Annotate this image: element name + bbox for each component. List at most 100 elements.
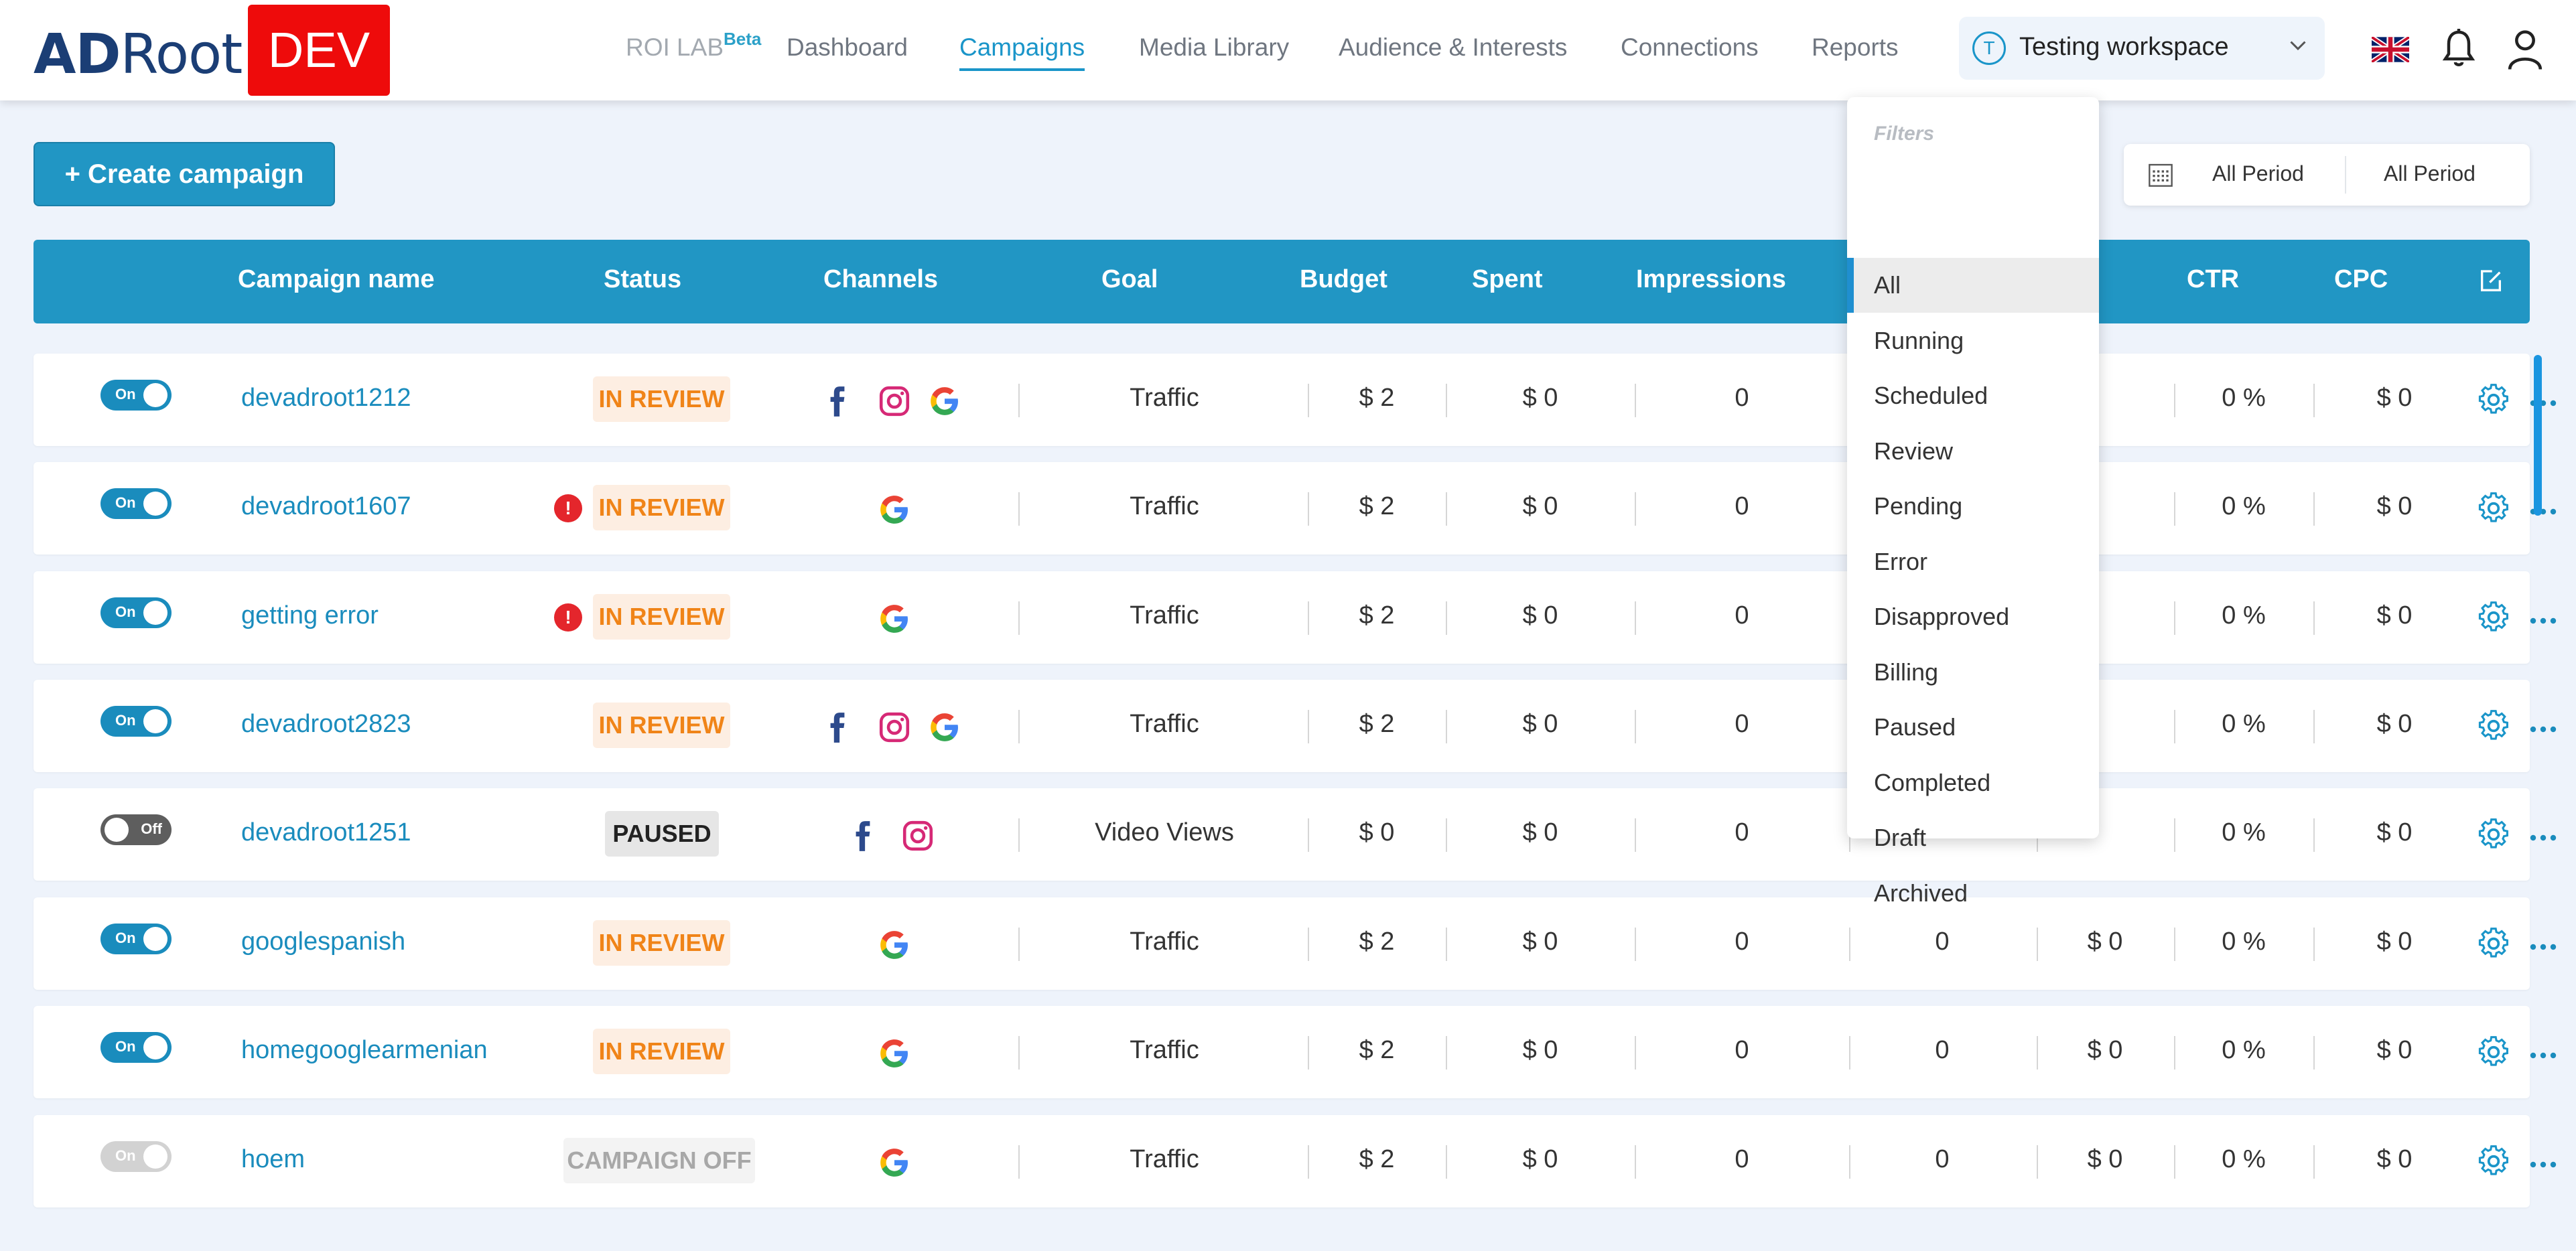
more-options-icon[interactable] [2530, 615, 2557, 624]
col-cpc[interactable]: CPC [2334, 265, 2388, 294]
col-status[interactable]: Status [604, 265, 681, 294]
gear-icon[interactable] [2477, 709, 2510, 743]
gear-icon[interactable] [2477, 927, 2510, 960]
column-divider [2313, 1036, 2315, 1070]
status-badge: IN REVIEW [593, 594, 730, 640]
campaign-toggle[interactable]: On [100, 597, 172, 628]
status-badge: PAUSED [605, 811, 719, 857]
campaign-toggle[interactable]: On [100, 1141, 172, 1172]
table-row: On googlespanish IN REVIEW Traffic $ 2 $ 0 0 0 $… [33, 897, 2557, 990]
bell-icon[interactable] [2439, 27, 2479, 71]
more-options-icon[interactable] [2530, 724, 2557, 733]
filter-option-disapproved[interactable]: Disapproved [1847, 589, 2099, 644]
nav-campaigns[interactable]: Campaigns [959, 33, 1085, 71]
logo-root-text: Root [120, 23, 243, 86]
cell-goal: Traffic [1130, 928, 1199, 956]
adroot-logo[interactable]: ADRoot [33, 23, 243, 86]
workspace-name: Testing workspace [2019, 33, 2229, 61]
filter-option-billing[interactable]: Billing [1847, 645, 2099, 700]
period-end[interactable]: All Period [2384, 161, 2476, 186]
user-icon[interactable] [2504, 27, 2546, 71]
campaign-name-link[interactable]: devadroot1607 [241, 492, 411, 521]
filter-option-running[interactable]: Running [1847, 313, 2099, 368]
filter-option-paused[interactable]: Paused [1847, 700, 2099, 755]
campaign-name-link[interactable]: devadroot2823 [241, 710, 411, 739]
column-divider [1308, 710, 1309, 743]
nav-audience-interests[interactable]: Audience & Interests [1339, 33, 1567, 71]
nav-connections[interactable]: Connections [1621, 33, 1759, 71]
filter-option-draft[interactable]: Draft [1847, 810, 2099, 865]
error-alert-icon[interactable]: ! [554, 603, 582, 632]
col-goal[interactable]: Goal [1101, 265, 1158, 294]
col-spent[interactable]: Spent [1472, 265, 1543, 294]
cell-clicks: 0 [1935, 928, 1950, 956]
campaign-name-link[interactable]: hoem [241, 1145, 305, 1174]
column-divider [2313, 492, 2315, 526]
more-options-icon[interactable] [2530, 1050, 2557, 1059]
campaign-toggle[interactable]: On [100, 706, 172, 737]
filter-option-error[interactable]: Error [1847, 534, 2099, 589]
nav-dashboard[interactable]: Dashboard [787, 33, 908, 71]
cell-goal: Video Views [1095, 818, 1234, 847]
col-ctr[interactable]: CTR [2187, 265, 2239, 294]
column-divider [2037, 1036, 2038, 1070]
period-start[interactable]: All Period [2212, 161, 2304, 186]
cell-impressions: 0 [1735, 601, 1749, 630]
column-divider [1308, 1036, 1309, 1070]
create-campaign-button[interactable]: + Create campaign [33, 142, 335, 206]
nav-roi-lab[interactable]: ROI LABBeta [626, 29, 761, 71]
gear-icon[interactable] [2477, 383, 2510, 417]
campaign-name-link[interactable]: getting error [241, 601, 379, 630]
nav-reports[interactable]: Reports [1812, 33, 1899, 71]
campaign-toggle[interactable]: On [100, 380, 172, 411]
col-channels[interactable]: Channels [823, 265, 938, 294]
scrollbar-thumb[interactable] [2534, 355, 2542, 516]
uk-flag-icon[interactable] [2372, 37, 2409, 62]
more-options-icon[interactable] [2530, 832, 2557, 841]
filter-option-archived[interactable]: Archived [1847, 866, 2099, 921]
column-divider [1018, 928, 1020, 961]
filter-option-review[interactable]: Review [1847, 424, 2099, 479]
cell-ctr: 0 % [2222, 710, 2266, 738]
period-picker[interactable]: All Period All Period [2124, 144, 2530, 206]
gear-icon[interactable] [2477, 818, 2510, 851]
campaign-name-link[interactable]: devadroot1251 [241, 818, 411, 847]
toggle-knob [143, 383, 167, 407]
nav-media-library[interactable]: Media Library [1139, 33, 1289, 71]
table-row: On devadroot1212 IN REVIEW Traffic $ 2 $ 0 0 0 … [33, 354, 2557, 446]
edit-columns-icon[interactable] [2478, 268, 2504, 295]
cell-budget: $ 2 [1359, 1145, 1395, 1173]
workspace-selector[interactable]: T Testing workspace [1959, 17, 2325, 80]
gear-icon[interactable] [2477, 1035, 2510, 1069]
col-impressions[interactable]: Impressions [1636, 265, 1786, 294]
cell-cpc: $ 0 [2376, 384, 2413, 412]
more-options-icon[interactable] [2530, 1159, 2557, 1168]
campaign-name-link[interactable]: googlespanish [241, 928, 405, 956]
campaign-toggle[interactable]: On [100, 1032, 172, 1063]
campaign-toggle[interactable]: On [100, 924, 172, 954]
filter-option-all[interactable]: All [1847, 258, 2099, 313]
filter-option-scheduled[interactable]: Scheduled [1847, 368, 2099, 423]
cell-cost: $ 0 [2087, 928, 2123, 956]
gear-icon[interactable] [2477, 601, 2510, 634]
cell-goal: Traffic [1130, 384, 1199, 412]
filter-option-completed[interactable]: Completed [1847, 755, 2099, 810]
cell-ctr: 0 % [2222, 492, 2266, 520]
filter-option-pending[interactable]: Pending [1847, 479, 2099, 534]
campaign-name-link[interactable]: homegooglearmenian [241, 1036, 488, 1065]
cell-goal: Traffic [1130, 492, 1199, 520]
gear-icon[interactable] [2477, 1145, 2510, 1178]
campaign-name-link[interactable]: devadroot1212 [241, 384, 411, 413]
column-divider [1635, 928, 1636, 961]
toggle-label: On [115, 386, 136, 402]
period-divider [2345, 156, 2346, 194]
col-campaign-name[interactable]: Campaign name [238, 265, 435, 294]
error-alert-icon[interactable]: ! [554, 494, 582, 522]
more-options-icon[interactable] [2530, 942, 2557, 950]
status-badge: IN REVIEW [593, 920, 730, 966]
instagram-icon [878, 384, 911, 418]
col-budget[interactable]: Budget [1300, 265, 1387, 294]
campaign-toggle[interactable]: Off [100, 814, 172, 845]
gear-icon[interactable] [2477, 492, 2510, 525]
campaign-toggle[interactable]: On [100, 488, 172, 519]
